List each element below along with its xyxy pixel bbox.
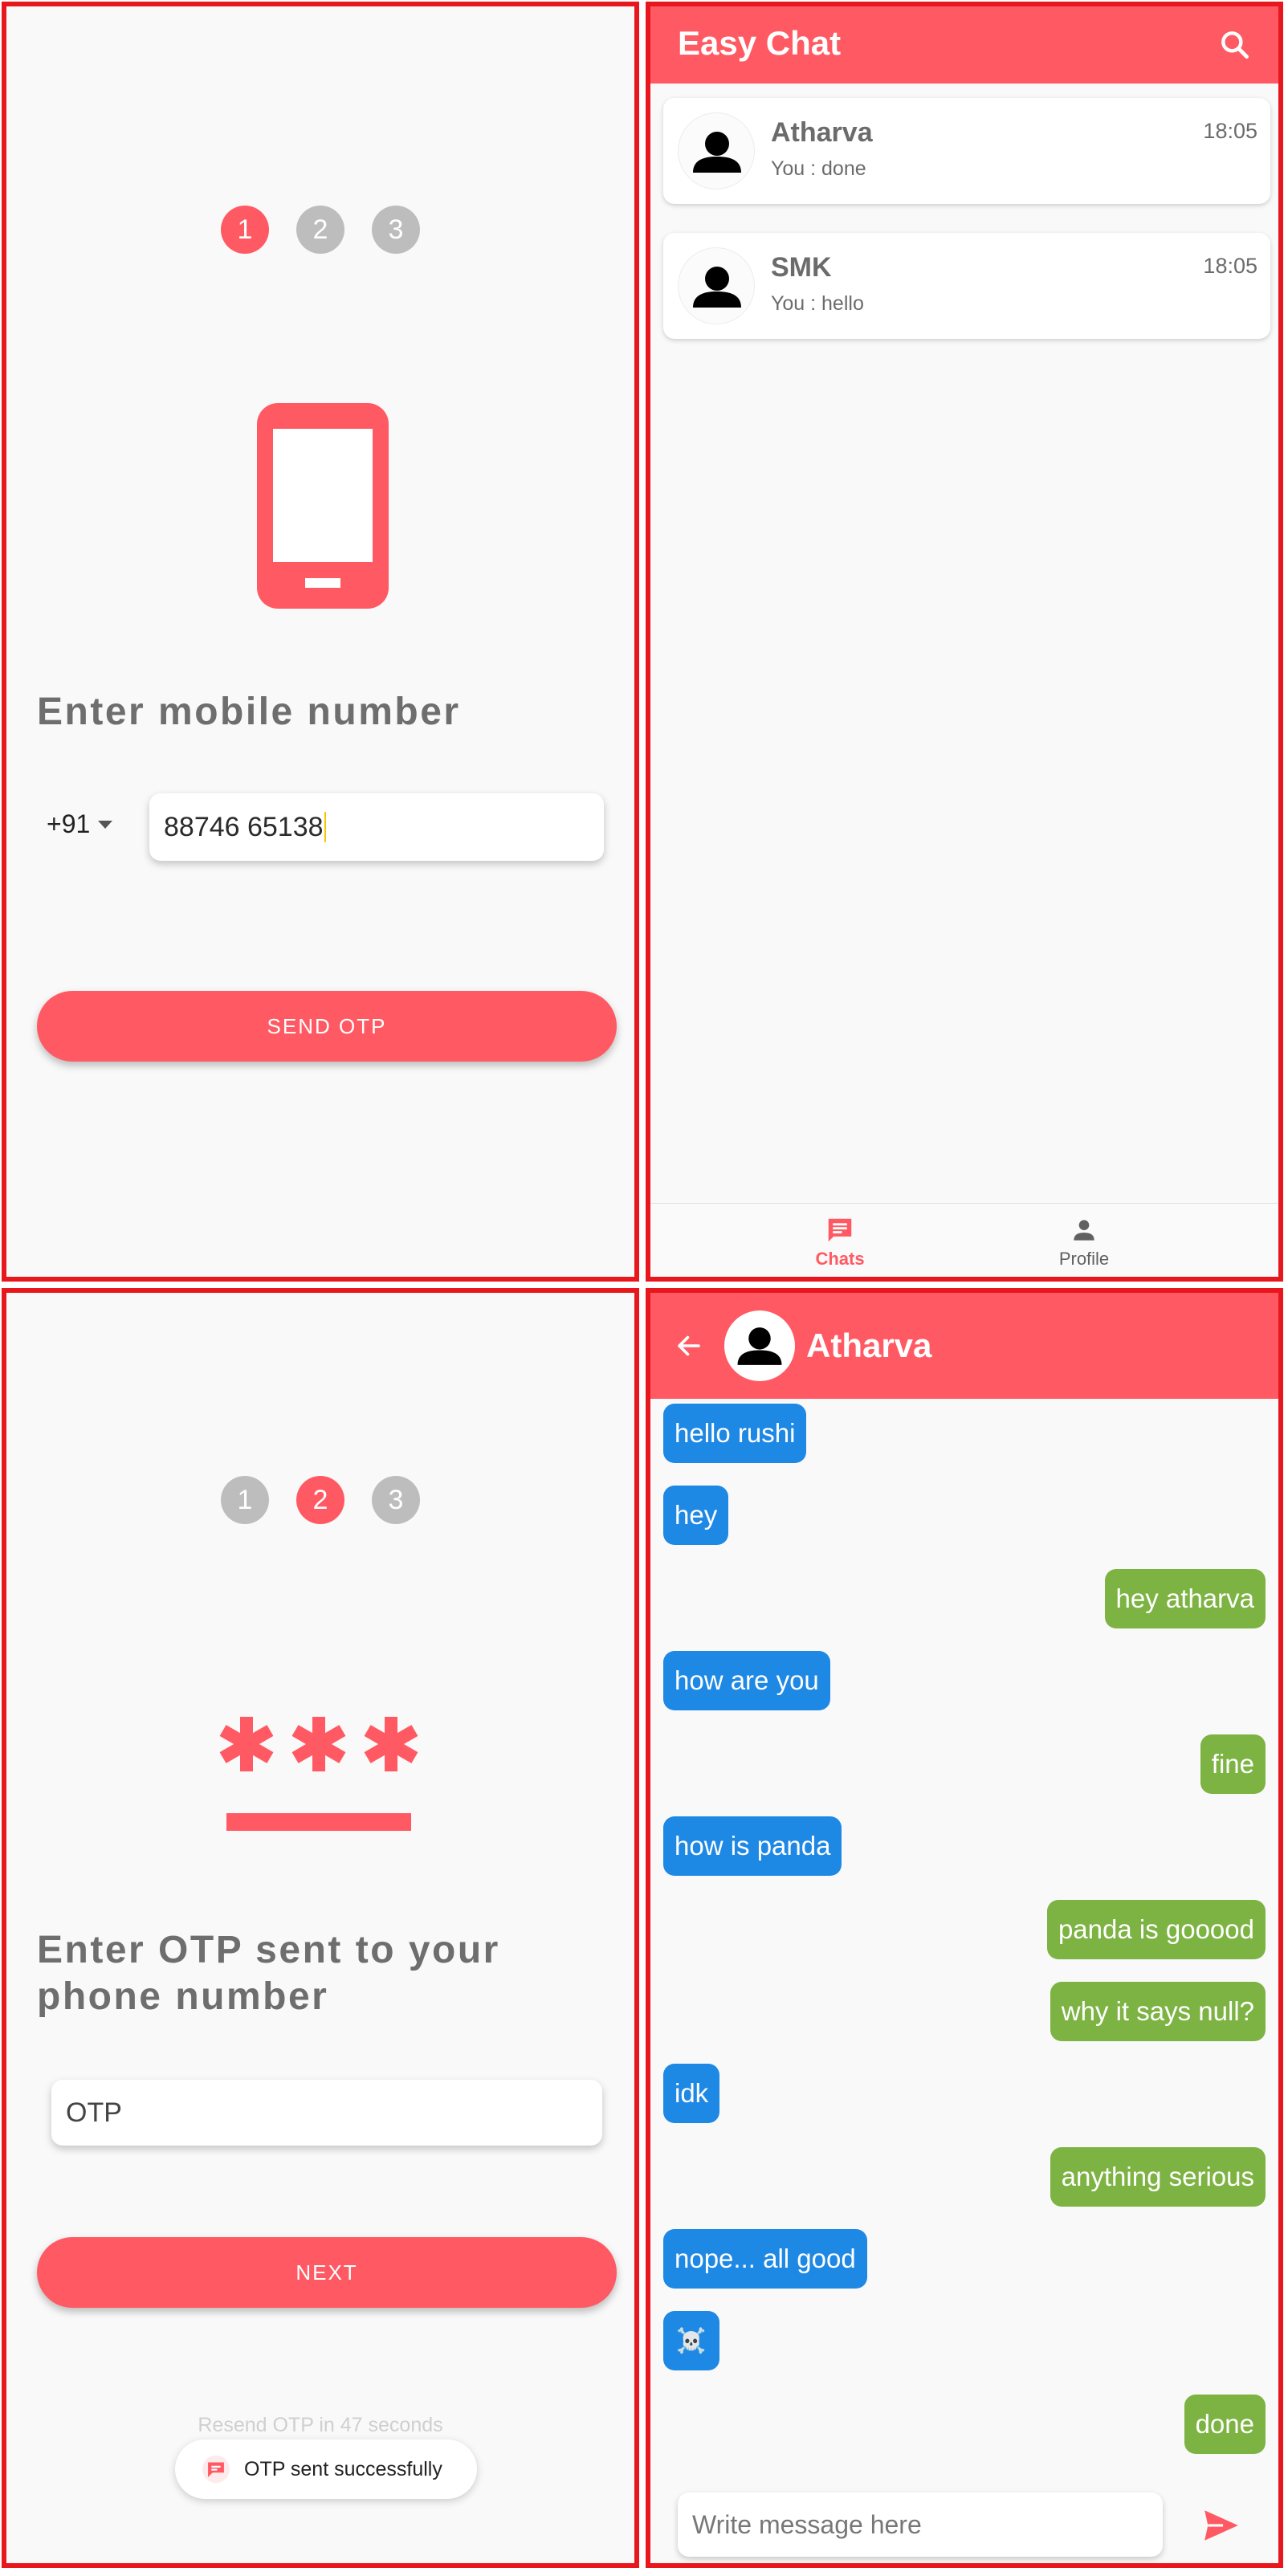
contact-name: Atharva xyxy=(806,1327,932,1364)
back-arrow-icon[interactable] xyxy=(673,1331,705,1360)
incoming-message: hey xyxy=(663,1486,729,1545)
step-indicator: 1 2 3 xyxy=(6,1476,634,1524)
step-indicator: 1 2 3 xyxy=(6,206,634,254)
message-input[interactable]: Write message here xyxy=(678,2492,1163,2557)
phone-number-input[interactable]: 88746 65138 xyxy=(149,793,604,861)
resend-otp-text: Resend OTP in 47 seconds xyxy=(198,2414,443,2436)
step-3: 3 xyxy=(372,206,420,254)
outgoing-message: done xyxy=(1184,2395,1266,2454)
outgoing-message: hey atharva xyxy=(1104,1569,1266,1628)
login-phone-screen: 1 2 3 Enter mobile number +91 88746 6513… xyxy=(2,2,639,1282)
dropdown-arrow-icon xyxy=(98,820,113,829)
conversation-screen: Atharva hello rushi hey hey atharva how … xyxy=(646,1288,1283,2568)
incoming-message: idk xyxy=(663,2064,720,2123)
incoming-message: how is panda xyxy=(663,1816,842,1876)
incoming-message: how are you xyxy=(663,1651,830,1710)
country-code-picker[interactable]: +91 xyxy=(47,809,113,839)
phone-number-value: 88746 65138 xyxy=(164,811,324,842)
chat-app-bar: Atharva xyxy=(650,1293,1278,1399)
title-line-1: Enter OTP sent to your xyxy=(37,1929,500,1971)
toast-text: OTP sent successfully xyxy=(244,2457,442,2480)
app-icon xyxy=(202,2456,230,2483)
outgoing-message: anything serious xyxy=(1050,2147,1266,2207)
app-title: Easy Chat xyxy=(678,24,842,62)
chat-time: 18:05 xyxy=(1203,254,1257,278)
next-button[interactable]: NEXT xyxy=(37,2237,617,2308)
contact-avatar xyxy=(724,1310,795,1381)
step-3: 3 xyxy=(372,1476,420,1524)
nav-profile[interactable]: Profile xyxy=(1020,1215,1148,1270)
outgoing-message: fine xyxy=(1200,1734,1266,1794)
chat-list-screen: Easy Chat Atharva You : done 18:05 SMK Y… xyxy=(646,2,1283,1282)
smartphone-icon xyxy=(257,403,389,609)
page-title: Enter OTP sent to your phone number xyxy=(37,1927,500,2020)
person-icon xyxy=(693,132,741,173)
incoming-message: nope... all good xyxy=(663,2229,867,2289)
page-title: Enter mobile number xyxy=(37,691,461,733)
search-icon[interactable] xyxy=(1217,27,1253,63)
avatar xyxy=(678,112,755,190)
country-code: +91 xyxy=(47,809,91,838)
outgoing-message: why it says null? xyxy=(1050,1982,1266,2041)
otp-placeholder: OTP xyxy=(66,2097,122,2128)
chat-last-message: You : hello xyxy=(771,292,864,315)
chat-name: Atharva xyxy=(771,117,873,148)
incoming-message: hello rushi xyxy=(663,1404,807,1463)
chat-icon xyxy=(828,1218,852,1242)
step-2: 2 xyxy=(296,1476,344,1524)
chat-name: SMK xyxy=(771,252,832,283)
otp-input[interactable]: OTP xyxy=(51,2080,602,2146)
nav-profile-label: Profile xyxy=(1058,1249,1110,1269)
person-icon xyxy=(1074,1220,1094,1241)
incoming-message: ☠️ xyxy=(663,2311,719,2370)
person-icon xyxy=(737,1327,782,1365)
nav-chats-label: Chats xyxy=(815,1249,865,1269)
message-placeholder: Write message here xyxy=(692,2509,922,2539)
app-bar: Easy Chat xyxy=(650,6,1278,84)
step-1: 1 xyxy=(221,206,269,254)
chat-list-item[interactable]: SMK You : hello 18:05 xyxy=(663,233,1270,339)
password-icon xyxy=(219,1717,418,1831)
bottom-navigation: Chats Profile xyxy=(650,1203,1278,1277)
chat-last-message: You : done xyxy=(771,157,866,180)
chat-list-item[interactable]: Atharva You : done 18:05 xyxy=(663,98,1270,204)
send-otp-button[interactable]: SEND OTP xyxy=(37,991,617,1062)
person-icon xyxy=(693,267,741,308)
step-2: 2 xyxy=(296,206,344,254)
nav-chats[interactable]: Chats xyxy=(776,1215,904,1270)
chat-time: 18:05 xyxy=(1203,119,1257,143)
title-line-2: phone number xyxy=(37,1975,329,2018)
step-1: 1 xyxy=(221,1476,269,1524)
outgoing-message: panda is gooood xyxy=(1046,1900,1266,1959)
send-icon[interactable] xyxy=(1201,2505,1241,2545)
otp-verification-screen: 1 2 3 Enter OTP sent to your phone numbe… xyxy=(2,1288,639,2568)
text-cursor xyxy=(324,812,326,842)
avatar xyxy=(678,247,755,324)
toast-message: OTP sent successfully xyxy=(175,2439,477,2499)
